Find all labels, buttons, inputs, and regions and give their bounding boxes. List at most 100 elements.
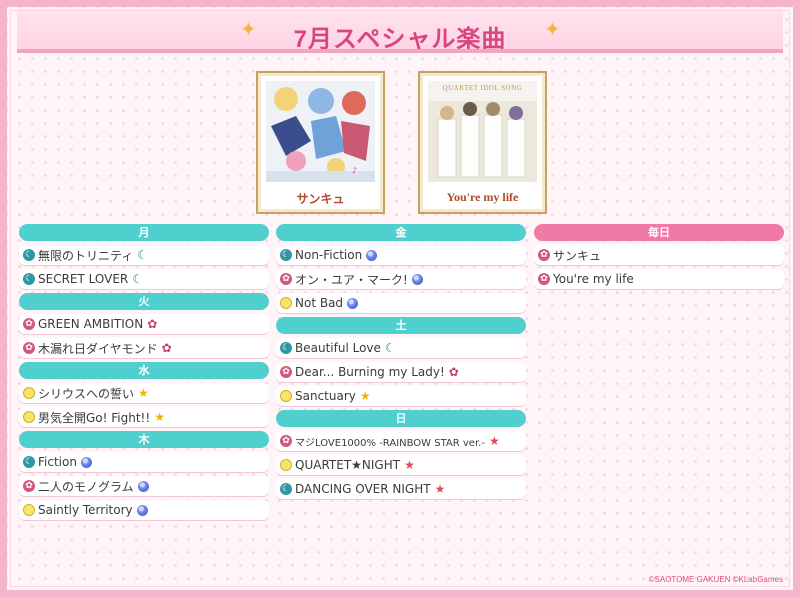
song-title: Sanctuary <box>295 389 356 403</box>
song-row[interactable]: ✿ GREEN AMBITION ✿ <box>19 314 269 334</box>
sun-circle-icon <box>23 504 35 516</box>
song-row[interactable]: ☾ DANCING OVER NIGHT ★ <box>276 479 526 499</box>
song-title: シリウスへの誓い <box>38 386 135 401</box>
song-title: マジLOVE1000% -RAINBOW STAR ver.- <box>295 437 485 449</box>
star-icon: ★ <box>359 389 371 403</box>
song-row[interactable]: ☾ SECRET LOVER ☾ <box>19 269 269 289</box>
song-title: 無限のトリニティ <box>38 248 134 263</box>
song-row[interactable]: Saintly Territory <box>19 500 269 520</box>
jacket-sankyu[interactable]: ♪ サンキュ <box>256 71 385 214</box>
day-header-fri: 金 <box>276 224 526 241</box>
moon-circle-icon: ☾ <box>23 273 35 285</box>
moon-circle-icon: ☾ <box>280 483 292 495</box>
song-row[interactable]: ✿ マジLOVE1000% -RAINBOW STAR ver.- ★ <box>276 431 526 451</box>
star-icon: ★ <box>154 410 165 424</box>
song-row[interactable]: QUARTET★NIGHT ★ <box>276 455 526 475</box>
svg-text:♪: ♪ <box>352 166 357 175</box>
sun-circle-icon <box>280 459 292 471</box>
schedule-column-1: 月 ☾ 無限のトリニティ ☾ ☾ SECRET LOVER ☾ 火 ✿ GREEN AMB… <box>19 224 269 524</box>
flower-circle-icon: ✿ <box>23 342 35 354</box>
disc-icon <box>347 297 359 309</box>
flower-icon: ✿ <box>161 341 172 355</box>
jacket-art-sankyu: ♪ <box>266 81 375 182</box>
sparkle-icon: ✦ <box>544 17 561 41</box>
song-title: Fiction <box>38 455 77 469</box>
sparkle-icon: ✦ <box>240 17 257 41</box>
disc-icon <box>411 273 423 285</box>
song-title: You're my life <box>553 272 634 286</box>
title-banner: 7月スペシャル楽曲 <box>17 9 783 53</box>
song-title: SECRET LOVER <box>38 272 129 286</box>
song-title: GREEN AMBITION <box>38 317 144 331</box>
day-header-sun: 日 <box>276 410 526 427</box>
song-title: Beautiful Love <box>295 341 381 355</box>
moon-icon: ☾ <box>384 341 396 355</box>
flower-circle-icon: ✿ <box>280 366 292 378</box>
song-row[interactable]: ✿ 二人のモノグラム <box>19 476 269 496</box>
copyright-text: ©SAOTOME GAKUEN ©KLabGames <box>648 575 783 584</box>
song-row[interactable]: ✿ You're my life <box>534 269 784 289</box>
song-title: Saintly Territory <box>38 503 133 517</box>
day-header-sat: 土 <box>276 317 526 334</box>
moon-circle-icon: ☾ <box>23 249 35 261</box>
day-header-everyday: 毎日 <box>534 224 784 241</box>
jacket-caption: サンキュ <box>296 192 345 206</box>
flower-icon: ✿ <box>448 365 459 379</box>
flower-circle-icon: ✿ <box>23 318 35 330</box>
song-row[interactable]: ☾ Fiction <box>19 452 269 472</box>
flower-icon: ✿ <box>147 317 158 331</box>
song-row[interactable]: ☾ Beautiful Love ☾ <box>276 338 526 358</box>
song-row[interactable]: シリウスへの誓い ★ <box>19 383 269 403</box>
schedule-column-3: 毎日 ✿ サンキュ ✿ You're my life <box>534 224 784 293</box>
song-title: オン・ユア・マーク! <box>295 272 408 287</box>
song-title: Non-Fiction <box>295 248 363 262</box>
song-row[interactable]: ✿ 木漏れ日ダイヤモンド ✿ <box>19 338 269 358</box>
jacket-caption: You're my life <box>446 190 519 204</box>
sun-circle-icon <box>280 297 292 309</box>
song-row[interactable]: 男気全開Go! Fight!! ★ <box>19 407 269 427</box>
jacket-youre-my-life[interactable]: QUARTET IDOL SONG You're my life <box>418 71 547 214</box>
flower-circle-icon: ✿ <box>23 480 35 492</box>
flower-circle-icon: ✿ <box>538 273 550 285</box>
song-row[interactable]: ✿ オン・ユア・マーク! <box>276 269 526 289</box>
moon-icon: ☾ <box>137 248 149 262</box>
song-title: DANCING OVER NIGHT <box>295 482 431 496</box>
jacket-art-youre-my-life: QUARTET IDOL SONG <box>428 81 537 182</box>
song-row[interactable]: ☾ 無限のトリニティ ☾ <box>19 245 269 265</box>
song-row[interactable]: ✿ Dear... Burning my Lady! ✿ <box>276 362 526 382</box>
disc-icon <box>366 249 378 261</box>
song-row[interactable]: Sanctuary ★ <box>276 386 526 406</box>
flower-circle-icon: ✿ <box>538 249 550 261</box>
red-star-icon: ★ <box>488 434 500 448</box>
moon-icon: ☾ <box>132 272 144 286</box>
star-icon: ★ <box>138 386 149 400</box>
moon-circle-icon: ☾ <box>280 342 292 354</box>
title-underline <box>17 49 783 53</box>
sun-circle-icon <box>280 390 292 402</box>
song-row[interactable]: ✿ サンキュ <box>534 245 784 265</box>
red-star-icon: ★ <box>404 458 415 472</box>
disc-icon <box>80 456 92 468</box>
flower-circle-icon: ✿ <box>280 435 292 447</box>
song-title: Dear... Burning my Lady! <box>295 365 445 379</box>
song-title: 男気全開Go! Fight!! <box>38 410 151 425</box>
moon-circle-icon: ☾ <box>23 456 35 468</box>
song-title: QUARTET★NIGHT <box>295 458 401 472</box>
sun-circle-icon <box>23 411 35 423</box>
day-header-mon: 月 <box>19 224 269 241</box>
disc-icon <box>137 480 149 492</box>
song-title: サンキュ <box>553 248 602 263</box>
song-title: 二人のモノグラム <box>38 479 134 494</box>
sun-circle-icon <box>23 387 35 399</box>
song-row[interactable]: ☾ Non-Fiction <box>276 245 526 265</box>
red-star-icon: ★ <box>434 482 446 496</box>
day-header-thu: 木 <box>19 431 269 448</box>
moon-circle-icon: ☾ <box>280 249 292 261</box>
flower-circle-icon: ✿ <box>280 273 292 285</box>
song-title: 木漏れ日ダイヤモンド <box>38 341 158 356</box>
schedule-column-2: 金 ☾ Non-Fiction ✿ オン・ユア・マーク! Not Bad 土 ☾ Be… <box>276 224 526 503</box>
jacket-art-label: QUARTET IDOL SONG <box>442 84 523 92</box>
song-row[interactable]: Not Bad <box>276 293 526 313</box>
disc-icon <box>136 504 148 516</box>
song-title: Not Bad <box>295 296 344 310</box>
